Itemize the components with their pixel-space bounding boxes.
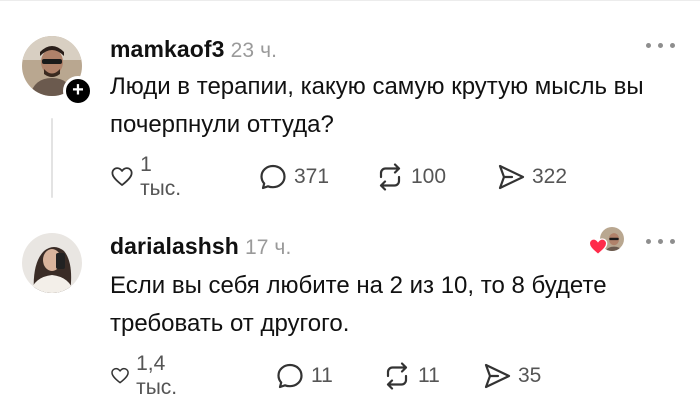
- comment-button[interactable]: 371: [258, 162, 329, 192]
- repost-arrows-icon: [386, 362, 408, 390]
- heart-outline-icon: [111, 367, 129, 384]
- share-button[interactable]: 35: [482, 361, 541, 391]
- share-count: 322: [532, 165, 568, 188]
- share-button[interactable]: 322: [496, 162, 567, 192]
- share-count: 35: [518, 364, 542, 387]
- comment-count: 371: [294, 165, 330, 188]
- repost-count: 11: [418, 364, 440, 387]
- post-time: 23 ч.: [230, 39, 278, 62]
- more-options-icon[interactable]: [646, 234, 676, 248]
- thread-reply: darialashsh 17 ч. Если вы себя любите на …: [0, 215, 700, 409]
- like-count: 1 тыс.: [140, 153, 182, 200]
- liked-by-author-indicator: [588, 225, 626, 257]
- repost-count: 100: [411, 165, 447, 188]
- thread-connector-line: [51, 118, 53, 198]
- follow-plus-icon[interactable]: +: [63, 76, 93, 106]
- red-heart-icon: [588, 238, 608, 256]
- comment-button[interactable]: 11: [275, 361, 333, 391]
- reply-author[interactable]: darialashsh 17 ч.: [110, 233, 291, 260]
- thread-post: + mamkaof3 23 ч. Люди в терапии, какую са…: [0, 0, 700, 215]
- comment-count: 11: [311, 364, 333, 387]
- paper-plane-icon: [484, 363, 511, 389]
- paper-plane-icon: [498, 164, 525, 190]
- repost-button[interactable]: 11: [382, 361, 440, 391]
- post-time: 17 ч.: [244, 236, 292, 259]
- speech-bubble-icon: [277, 363, 303, 389]
- like-button[interactable]: 1 тыс.: [110, 153, 187, 200]
- heart-outline-icon: [111, 167, 133, 186]
- post-author[interactable]: mamkaof3 23 ч.: [110, 36, 277, 63]
- username[interactable]: darialashsh: [110, 233, 239, 259]
- avatar[interactable]: [22, 233, 82, 293]
- repost-arrows-icon: [379, 163, 401, 191]
- speech-bubble-icon: [260, 164, 286, 190]
- post-text: Люди в терапии, какую самую крутую мысль…: [110, 73, 644, 138]
- like-button[interactable]: 1,4 тыс.: [110, 352, 187, 399]
- like-count: 1,4 тыс.: [136, 352, 178, 399]
- repost-button[interactable]: 100: [375, 162, 446, 192]
- username[interactable]: mamkaof3: [110, 36, 225, 62]
- more-options-icon[interactable]: [646, 38, 676, 52]
- reply-text: Если вы себя любите на 2 из 10, то 8 буд…: [110, 272, 607, 337]
